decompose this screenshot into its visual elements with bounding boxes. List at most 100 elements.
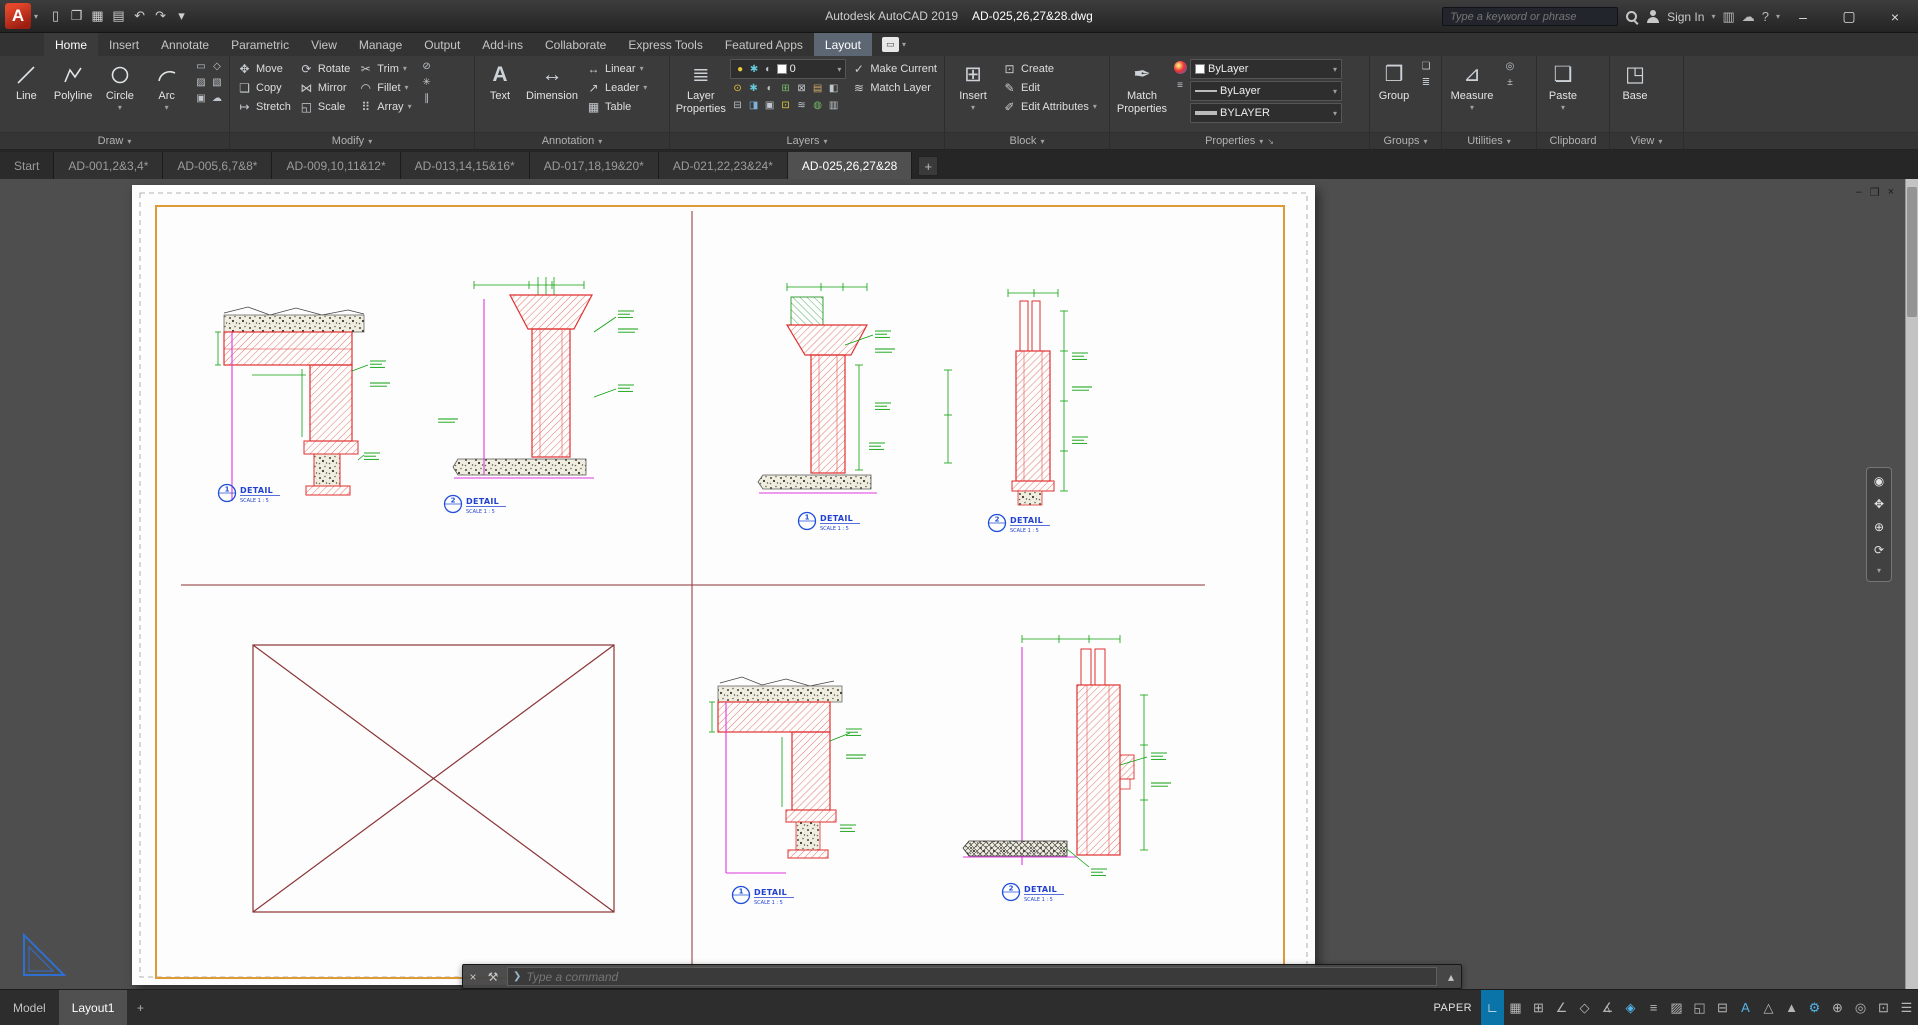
- pan-icon[interactable]: ✥: [1874, 497, 1884, 511]
- fillet-button[interactable]: ◠Fillet▾: [355, 78, 414, 97]
- hatch-icon[interactable]: ▨: [193, 75, 209, 90]
- dynamic-input-icon[interactable]: ⊟: [1711, 990, 1734, 1025]
- lineweight-dropdown[interactable]: BYLAYER ▾: [1190, 103, 1342, 123]
- sign-in-dropdown-icon[interactable]: ▾: [1711, 12, 1715, 21]
- panel-label-properties[interactable]: Properties▾↘: [1110, 132, 1369, 149]
- file-tab[interactable]: AD-005,6,7&8*: [163, 152, 272, 179]
- lineweight-icon[interactable]: ≡: [1642, 990, 1665, 1025]
- minimize-button[interactable]: –: [1780, 0, 1826, 33]
- annotation-scale-icon[interactable]: ▲: [1780, 990, 1803, 1025]
- layer-properties-button[interactable]: ≣ Layer Properties: [674, 59, 728, 115]
- insert-button[interactable]: ⊞ Insert ▾: [949, 59, 997, 112]
- layer-tool-icon[interactable]: ⊞: [778, 81, 794, 96]
- arc-dropdown-icon[interactable]: ▾: [165, 103, 169, 112]
- layer-tool-icon[interactable]: ◧: [826, 81, 842, 96]
- edit-block-button[interactable]: ✎Edit: [999, 78, 1100, 97]
- linear-dropdown-icon[interactable]: ▾: [640, 64, 644, 73]
- measure-dropdown-icon[interactable]: ▾: [1470, 103, 1474, 112]
- mirror-button[interactable]: ⋈Mirror: [296, 78, 353, 97]
- edit-attributes-dropdown-icon[interactable]: ▾: [1093, 102, 1097, 111]
- detail-drawing-1[interactable]: [215, 307, 390, 501]
- properties-dialog-launcher-icon[interactable]: ↘: [1267, 137, 1274, 146]
- rotate-button[interactable]: ⟳Rotate: [296, 59, 353, 78]
- group-button[interactable]: ❒ Group: [1374, 59, 1414, 103]
- layer-dropdown-icon[interactable]: ▾: [837, 65, 841, 74]
- file-tab[interactable]: AD-009,10,11&12*: [272, 152, 400, 179]
- panel-label-block[interactable]: Block▾: [945, 132, 1109, 149]
- close-button[interactable]: ×: [1872, 0, 1918, 33]
- new-drawing-tab-button[interactable]: +: [918, 156, 938, 176]
- linear-button[interactable]: ↔Linear▾: [583, 59, 650, 78]
- rectangle-icon[interactable]: ▭: [193, 59, 209, 74]
- fillet-dropdown-icon[interactable]: ▾: [405, 83, 409, 92]
- search-icon[interactable]: [1625, 10, 1639, 24]
- customize-icon[interactable]: ☰: [1895, 990, 1918, 1025]
- layer-tool-icon[interactable]: ◨: [746, 98, 762, 113]
- match-properties-button[interactable]: ✒ Match Properties: [1114, 59, 1170, 115]
- erase-icon[interactable]: ⊘: [419, 59, 435, 74]
- file-tab-start[interactable]: Start: [0, 152, 54, 179]
- region-icon[interactable]: ▣: [193, 91, 209, 106]
- panel-label-clipboard[interactable]: Clipboard: [1537, 132, 1609, 149]
- command-input-area[interactable]: ❯: [507, 967, 1437, 986]
- detail-callout-4[interactable]: 2 DETAIL SCALE 1 : 5: [989, 515, 1051, 535]
- edit-attributes-button[interactable]: ✐Edit Attributes▾: [999, 97, 1100, 116]
- layer-tool-icon[interactable]: ⊡: [778, 98, 794, 113]
- app-menu-button[interactable]: A: [5, 3, 31, 29]
- ribbon-tab-home[interactable]: Home: [44, 33, 98, 56]
- maximize-button[interactable]: ▢: [1826, 0, 1872, 33]
- scale-button[interactable]: ◱Scale: [296, 97, 353, 116]
- clean-screen-icon[interactable]: ⊡: [1872, 990, 1895, 1025]
- command-history-icon[interactable]: ▴: [1441, 970, 1461, 984]
- explode-icon[interactable]: ✳: [419, 75, 435, 90]
- arc-button[interactable]: Arc ▾: [144, 59, 189, 112]
- a360-cloud-icon[interactable]: ☁: [1742, 9, 1755, 25]
- detail-callout-2[interactable]: 2 DETAIL SCALE 1 : 5: [445, 496, 507, 516]
- plot-icon[interactable]: ▤: [108, 5, 129, 27]
- viewport-minimize-icon[interactable]: –: [1856, 186, 1862, 199]
- drafting-grid-icon[interactable]: ∟: [1481, 990, 1504, 1025]
- redo-icon[interactable]: ↷: [150, 5, 171, 27]
- detail-drawing-5[interactable]: [709, 677, 866, 873]
- polar-tracking-icon[interactable]: ∠: [1550, 990, 1573, 1025]
- new-file-icon[interactable]: ▯: [45, 5, 66, 27]
- move-button[interactable]: ✥Move: [234, 59, 294, 78]
- ribbon-tab-layout[interactable]: Layout: [814, 33, 872, 56]
- leader-button[interactable]: ↗Leader▾: [583, 78, 650, 97]
- linetype-dropdown[interactable]: ByLayer ▾: [1190, 81, 1342, 101]
- layer-tool-icon[interactable]: ⊟: [730, 98, 746, 113]
- detail-drawing-2[interactable]: [438, 277, 638, 478]
- command-customize-icon[interactable]: ⚒: [483, 970, 503, 984]
- quick-select-icon[interactable]: ◎: [1502, 59, 1518, 74]
- detail-callout-6[interactable]: 2 DETAIL SCALE 1 : 5: [1003, 884, 1065, 904]
- offset-icon[interactable]: ∥: [419, 91, 435, 106]
- command-close-icon[interactable]: ×: [463, 970, 483, 984]
- annotation-monitor-icon[interactable]: ⊕: [1826, 990, 1849, 1025]
- detail-callout-1[interactable]: 1 DETAIL SCALE 1 : 5: [219, 485, 281, 505]
- autoscale-icon[interactable]: △: [1757, 990, 1780, 1025]
- leader-dropdown-icon[interactable]: ▾: [643, 83, 647, 92]
- panel-label-annotation[interactable]: Annotation▾: [475, 132, 669, 149]
- panel-label-draw[interactable]: Draw▾: [0, 132, 229, 149]
- copy-button[interactable]: ❑Copy: [234, 78, 294, 97]
- ribbon-tab-annotate[interactable]: Annotate: [150, 33, 220, 56]
- layer-tool-icon[interactable]: ◐: [762, 81, 778, 96]
- detail-drawing-3[interactable]: [758, 283, 895, 493]
- ribbon-tab-view[interactable]: View: [300, 33, 348, 56]
- ribbon-tab-insert[interactable]: Insert: [98, 33, 150, 56]
- layer-tool-icon[interactable]: ▣: [762, 98, 778, 113]
- annotation-visibility-icon[interactable]: A: [1734, 990, 1757, 1025]
- revision-cloud-icon[interactable]: ☁: [209, 91, 225, 106]
- gradient-icon[interactable]: ▧: [209, 75, 225, 90]
- measure-button[interactable]: ⊿ Measure ▾: [1446, 59, 1498, 112]
- create-block-button[interactable]: ⊡Create: [999, 59, 1100, 78]
- color-dropdown[interactable]: ByLayer ▾: [1190, 59, 1342, 79]
- paste-button[interactable]: ❏ Paste ▾: [1541, 59, 1585, 112]
- trim-button[interactable]: ✂Trim▾: [355, 59, 414, 78]
- layout-paper[interactable]: 1 DETAIL SCALE 1 : 5 2 DETAIL SCALE 1 : …: [132, 185, 1315, 985]
- polyline-button[interactable]: Polyline: [51, 59, 96, 103]
- ribbon-tab-manage[interactable]: Manage: [348, 33, 413, 56]
- layer-dropdown[interactable]: ● ✱ ◐ 0 ▾: [730, 59, 847, 79]
- properties-list-icon[interactable]: ≡: [1172, 78, 1188, 93]
- vertical-scrollbar[interactable]: [1905, 179, 1918, 989]
